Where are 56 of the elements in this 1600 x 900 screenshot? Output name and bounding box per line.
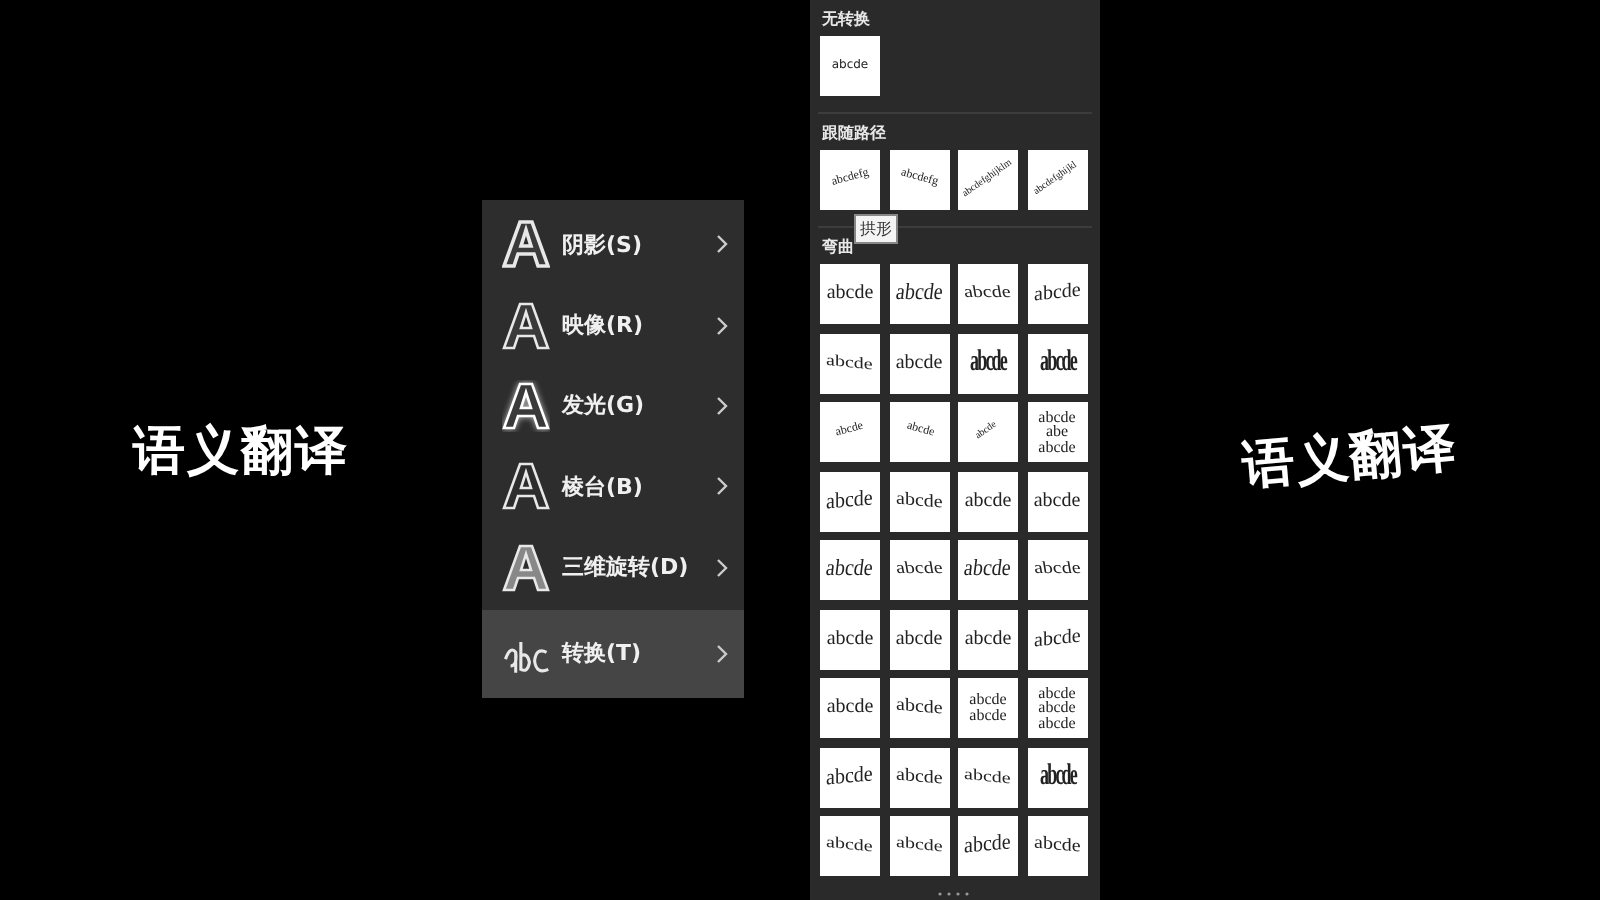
preview-tile[interactable]: abcde	[820, 540, 880, 600]
preview-tile[interactable]: abcde	[1027, 747, 1087, 807]
menu-item[interactable]: 映像(R)	[482, 284, 744, 366]
preview-tile[interactable]: abcde	[820, 609, 880, 669]
preview-tile[interactable]: abcde	[820, 678, 880, 738]
preview-tile[interactable]: abcde abcde	[958, 678, 1018, 738]
section-heading: 无转换	[820, 8, 872, 32]
preview-tile[interactable]: abcde	[1027, 816, 1087, 876]
letter-a-icon	[502, 379, 550, 432]
preview-tile[interactable]: abcde	[889, 471, 949, 531]
preview-tile[interactable]: abcde	[889, 540, 949, 600]
preview-tile[interactable]: abcde	[889, 747, 949, 807]
menu-item[interactable]: 棱台(B)	[482, 446, 744, 527]
preview-tile[interactable]: abcde	[820, 471, 880, 531]
preview-tile[interactable]: abcde	[820, 264, 880, 324]
letter-a-icon	[502, 218, 550, 271]
letter-a-icon	[502, 460, 550, 513]
chevron-right-icon	[716, 557, 728, 578]
chevron-right-icon	[716, 643, 728, 664]
preview-tile[interactable]: abcde	[889, 264, 949, 324]
section-heading: 跟随路径	[820, 122, 888, 146]
preview-tile[interactable]: abcde	[958, 333, 1018, 393]
caption-text: 语义翻译	[1239, 415, 1461, 501]
preview-tile[interactable]: abcde	[958, 609, 1018, 669]
preview-tile[interactable]: abcde	[958, 816, 1018, 876]
chevron-right-icon	[716, 395, 728, 416]
preview-tile[interactable]: abcde	[1027, 264, 1087, 324]
letter-a-icon	[502, 541, 550, 594]
tooltip: 拱形	[854, 214, 898, 244]
preview-tile[interactable]: abcde	[889, 609, 949, 669]
preview-tile[interactable]: abcde	[1027, 609, 1087, 669]
preview-tile[interactable]: abcde	[889, 678, 949, 738]
preview-tile[interactable]: abcde	[958, 264, 1018, 324]
menu-item[interactable]: 转换(T)	[482, 609, 744, 698]
preview-tile[interactable]: abcde	[958, 471, 1018, 531]
menu-item[interactable]: 阴影(S)	[482, 204, 744, 285]
preview-tile[interactable]: abcde	[1027, 333, 1087, 393]
menu-item[interactable]: 发光(G)	[482, 365, 744, 447]
preview-tile[interactable]: abcde	[820, 747, 880, 807]
preview-tile[interactable]: abcde abcde abcde	[1027, 678, 1087, 738]
preview-tile[interactable]: abcde	[1027, 540, 1087, 600]
chevron-right-icon	[716, 315, 728, 336]
preview-tile[interactable]: abcde	[889, 333, 949, 393]
preview-tile[interactable]: abcde	[820, 333, 880, 393]
caption-text: 语义翻译	[133, 419, 349, 485]
chevron-right-icon	[716, 476, 728, 497]
chevron-right-icon	[716, 234, 728, 255]
section-heading: 弯曲	[820, 236, 856, 260]
preview-tile[interactable]: abcde	[889, 816, 949, 876]
preview-tile[interactable]: abcde	[958, 540, 1018, 600]
letter-a-icon	[502, 299, 550, 352]
preview-tile[interactable]: abcde	[1027, 471, 1087, 531]
preview-tile[interactable]: abcde	[820, 816, 880, 876]
preview-tile[interactable]: abcde	[958, 747, 1018, 807]
preview-tile[interactable]: abcde abe abcde	[1027, 402, 1087, 462]
menu-item[interactable]: 三维旋转(D)	[482, 526, 744, 608]
